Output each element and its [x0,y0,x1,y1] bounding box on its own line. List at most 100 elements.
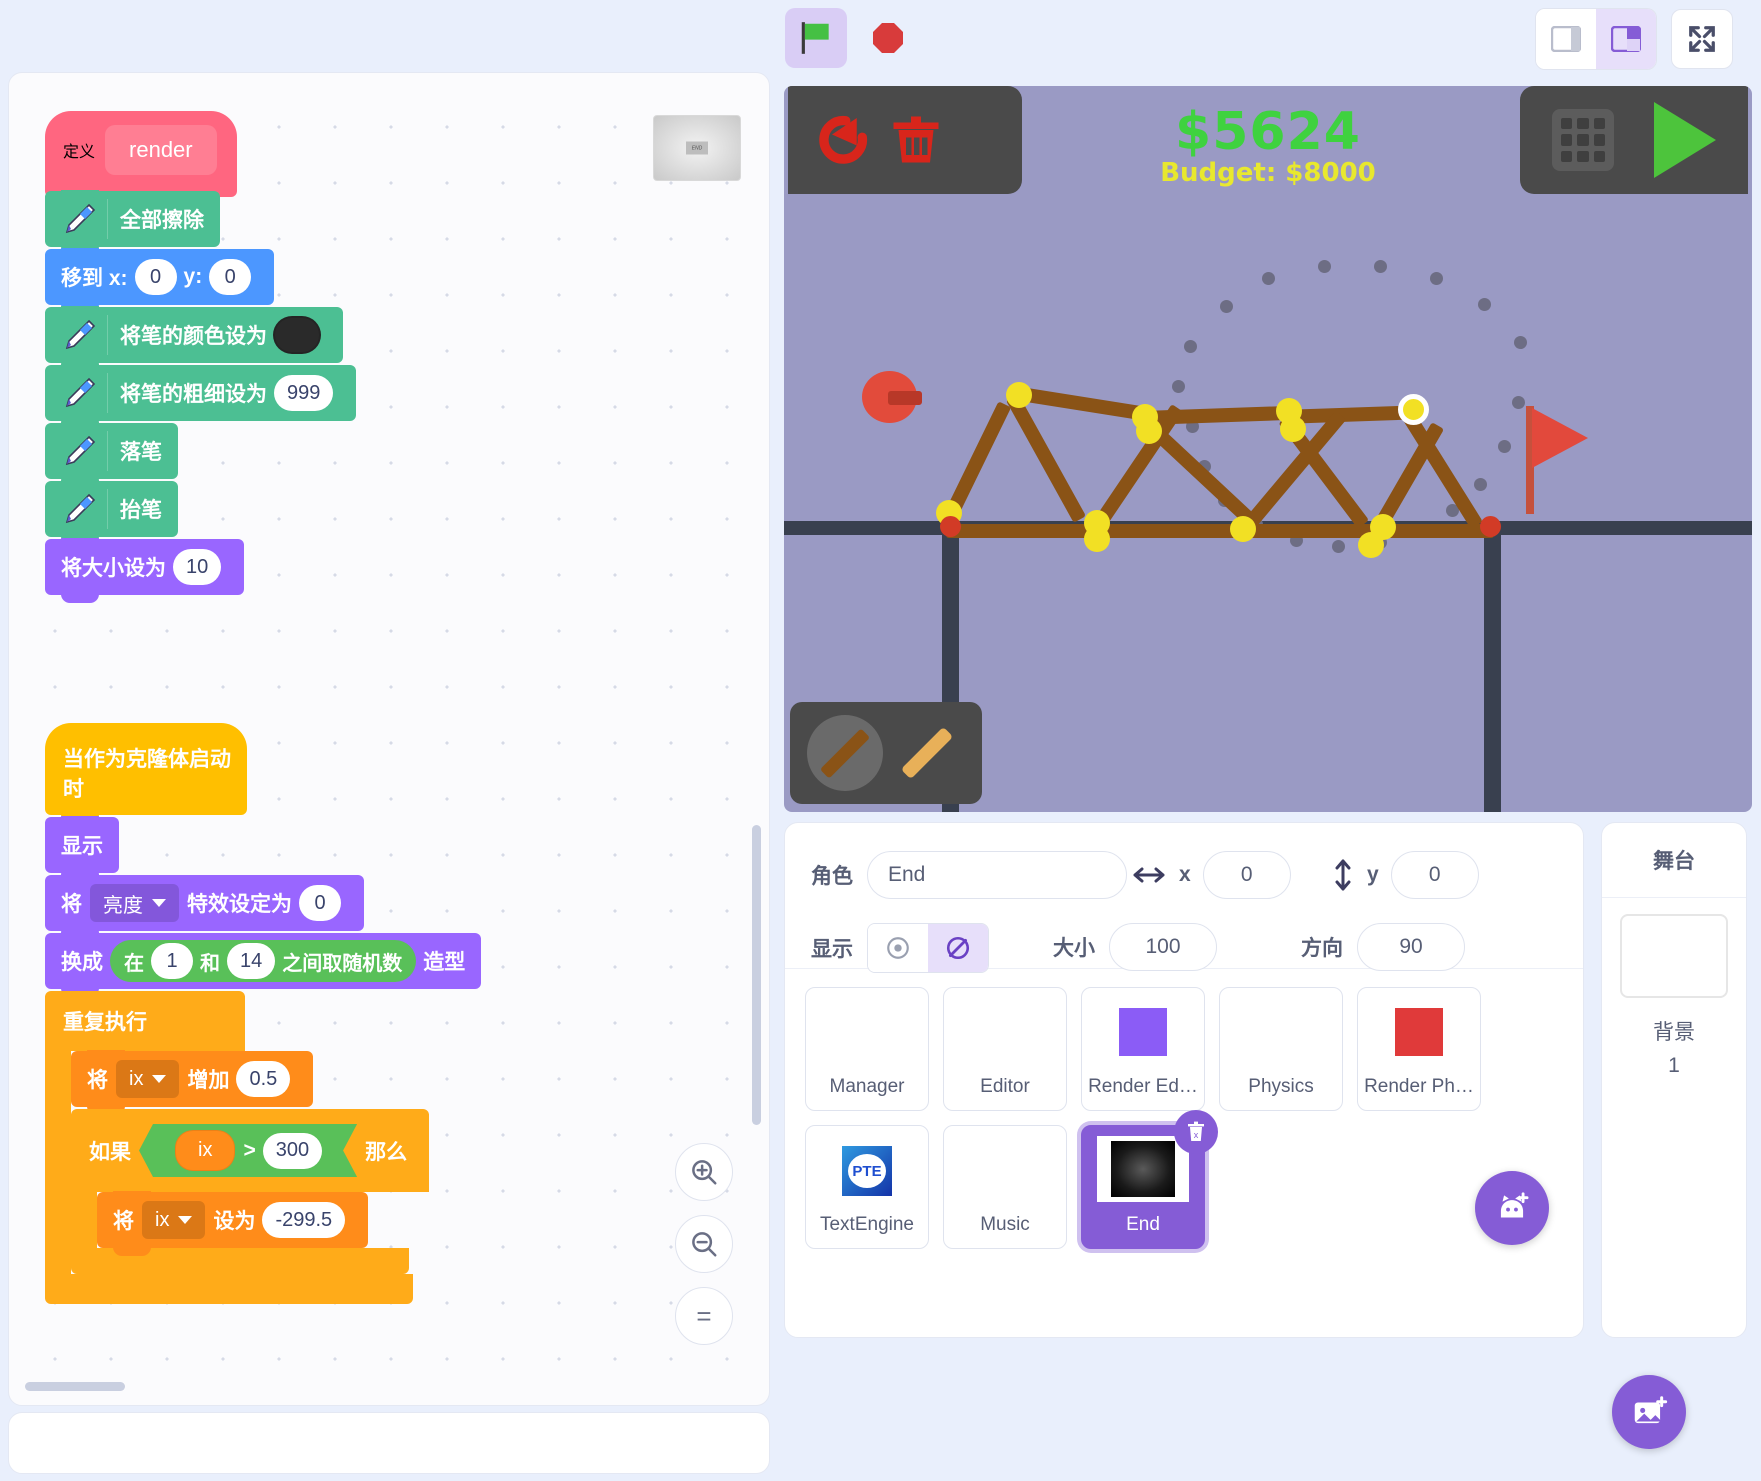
set-pen-size-block[interactable]: 将笔的粗细设为 999 [45,364,357,429]
forever-block[interactable]: 重复执行 将 ix 增加 0.5 如果 ix > 300 那么 将 ix 设为 … [45,991,430,1304]
pen-size-input[interactable]: 999 [274,375,334,411]
pen-up-block[interactable]: 抬笔 [45,480,178,545]
goto-xy-block[interactable]: 移到 x: 0 y: 0 [45,248,275,313]
bridge-joint[interactable] [1280,416,1306,442]
hat-label: 当作为克隆体启动时 [63,748,231,801]
pen-color-swatch[interactable] [273,316,321,354]
sprite-card-manager[interactable]: Manager [805,987,929,1111]
code-workspace[interactable]: END 定义 render 全部擦除 移到 x: 0 y: 0 将笔的颜色设为 … [8,72,770,1406]
switch-costume-block[interactable]: 换成 在 1 和 14 之间取随机数 造型 [45,932,482,997]
sprite-direction-input[interactable]: 90 [1357,923,1465,971]
set-size-block[interactable]: 将大小设为 10 [45,538,245,603]
change-variable-dropdown[interactable]: ix [116,1060,180,1098]
costume-watermark: END [653,115,741,181]
forever-header[interactable]: 重复执行 [45,991,245,1051]
zoom-out-button[interactable] [675,1215,733,1273]
zoom-reset-button[interactable]: = [675,1287,733,1345]
sprite-list: Manager Editor Render Ed… Physics Render… [785,969,1583,1267]
pen-icon [65,493,96,524]
sprite-thumbnail [1395,1008,1443,1056]
set-effect-block[interactable]: 将 亮度 特效设定为 0 [45,874,364,939]
set-variable-block[interactable]: 将 ix 设为 -299.5 [97,1191,369,1256]
bridge-joint[interactable] [1136,418,1162,444]
if-then-block[interactable]: 如果 ix > 300 那么 将 ix 设为 -299.5 [71,1109,430,1274]
sprite-card-end[interactable]: End x [1081,1110,1218,1249]
set-pen-color-block[interactable]: 将笔的颜色设为 [45,306,343,371]
fullscreen-button[interactable] [1671,9,1733,69]
stage-view[interactable]: $5624 Budget: $8000 [784,86,1752,812]
zoom-in-button[interactable] [675,1143,733,1201]
sprite-card-editor[interactable]: Editor [943,987,1067,1111]
small-stage-button[interactable] [1536,9,1596,69]
bridge-anchor[interactable] [940,516,961,537]
define-block[interactable]: 定义 render [45,111,237,197]
sprite-card-textengine[interactable]: PTE TextEngine [805,1125,929,1249]
block-label: 抬笔 [120,499,162,522]
sprite-card-render-physics[interactable]: Render Ph… [1357,987,1481,1111]
add-backdrop-button[interactable] [1612,1375,1686,1449]
road-material-button[interactable] [807,715,883,791]
costume-pre-label: 换成 [61,951,103,974]
sprite-card-render-editor[interactable]: Render Ed… [1081,987,1205,1111]
workspace-vertical-scrollbar[interactable] [752,825,761,1125]
pen-down-block[interactable]: 落笔 [45,422,178,487]
sprite-size-input[interactable]: 100 [1109,923,1217,971]
effect-dropdown[interactable]: 亮度 [90,884,179,922]
forever-footer [45,1274,413,1304]
bridge-joint[interactable] [1230,516,1256,542]
workspace-horizontal-scrollbar[interactable] [25,1382,125,1391]
x-label: x [1179,863,1191,886]
if-header[interactable]: 如果 ix > 300 那么 [71,1109,430,1192]
bridge-joint[interactable] [1084,526,1110,552]
sprite-x-input[interactable]: 0 [1202,851,1291,899]
change-variable-block[interactable]: 将 ix 增加 0.5 [71,1050,314,1115]
pen-icon [65,203,96,234]
delete-sprite-button[interactable]: x [1174,1110,1218,1154]
goto-y-input[interactable]: 0 [209,259,252,295]
effect-value-input[interactable]: 0 [299,885,341,921]
bridge-joint-selected[interactable] [1398,394,1429,425]
play-icon[interactable] [1654,102,1716,178]
sprite-thumbnail [1119,1008,1167,1056]
rand-from-input[interactable]: 1 [151,943,193,979]
show-sprite-button[interactable] [868,924,928,972]
rand-to-input[interactable]: 14 [227,943,276,979]
condition-value-input[interactable]: 300 [263,1133,322,1169]
undo-arrow-icon[interactable] [810,107,876,173]
script-clone-start[interactable]: 当作为克隆体启动时 显示 将 亮度 特效设定为 0 换成 在 1 和 14 之间… [45,723,482,1304]
condition-variable[interactable]: ix [175,1130,235,1171]
trash-icon[interactable] [886,109,946,171]
sprite-name-input[interactable]: End [867,851,1127,899]
sprite-card-physics[interactable]: Physics [1219,987,1343,1111]
sprite-y-input[interactable]: 0 [1390,851,1479,899]
when-clone-start-hat[interactable]: 当作为克隆体启动时 [45,723,247,823]
stage-thumbnail[interactable] [1620,914,1728,998]
small-stage-icon [1551,26,1581,52]
add-sprite-icon [1500,1192,1529,1218]
greater-than-block[interactable]: ix > 300 [139,1124,357,1177]
set-variable-dropdown[interactable]: ix [142,1201,206,1239]
script-render-definition[interactable]: 定义 render 全部擦除 移到 x: 0 y: 0 将笔的颜色设为 将笔的粗… [45,111,357,603]
wood-material-button[interactable] [889,715,965,791]
size-input[interactable]: 10 [173,549,222,585]
change-amount-input[interactable]: 0.5 [236,1061,291,1097]
bridge-anchor[interactable] [1480,516,1501,537]
pick-random-block[interactable]: 在 1 和 14 之间取随机数 [110,940,417,982]
set-value-input[interactable]: -299.5 [262,1202,346,1238]
large-stage-button[interactable] [1596,9,1656,69]
pen-erase-all-block[interactable]: 全部擦除 [45,190,220,255]
path-dot [1374,260,1387,273]
bridge-joint[interactable] [1006,382,1032,408]
backdrop-count: 1 [1668,1054,1680,1077]
sprite-card-music[interactable]: Music [943,1125,1067,1249]
goto-x-input[interactable]: 0 [134,259,177,295]
green-flag-button[interactable] [785,8,847,68]
direction-label: 方向 [1301,937,1343,960]
stop-button[interactable] [857,8,919,68]
grid-icon[interactable] [1552,109,1614,171]
bridge-joint[interactable] [1358,532,1384,558]
add-sprite-button[interactable] [1475,1171,1549,1245]
bridge-beam [1143,405,1291,425]
hide-sprite-button[interactable] [928,924,988,972]
show-block[interactable]: 显示 [45,816,119,881]
